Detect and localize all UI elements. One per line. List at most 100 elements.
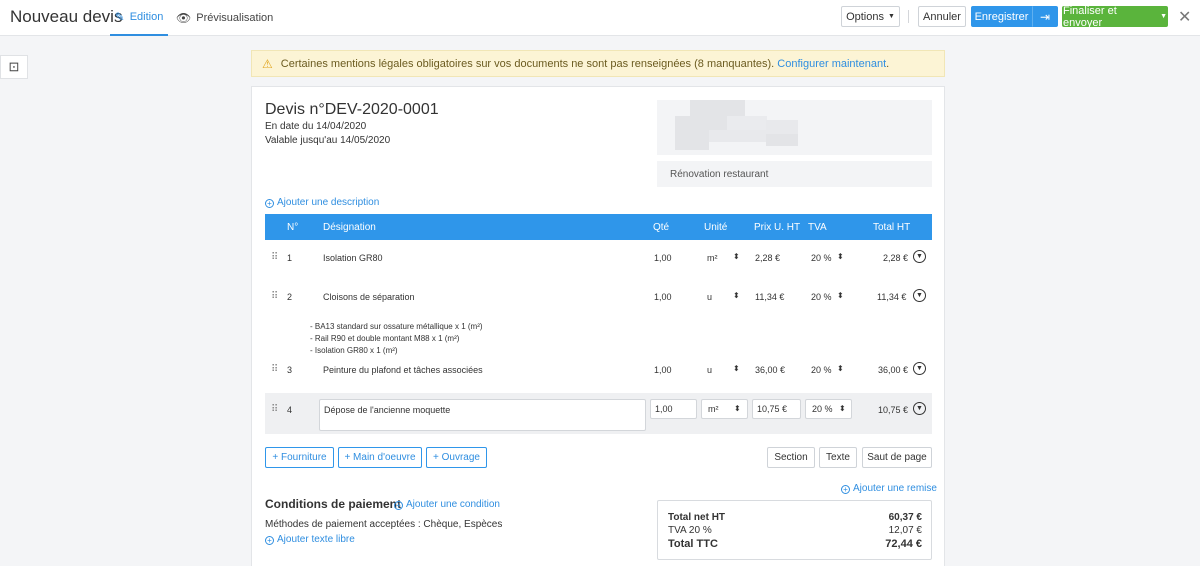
sort-arrows-icon[interactable]: ⬍ [733, 252, 740, 261]
divider [908, 10, 909, 23]
vat-select[interactable]: 20 % ⬍ [805, 399, 852, 419]
page-break-button[interactable]: Saut de page [862, 447, 932, 468]
sort-arrows-icon[interactable]: ⬍ [837, 364, 844, 373]
header-qty: Qté [653, 222, 670, 233]
warning-icon: ⚠ [262, 56, 273, 71]
tab-preview-label: Prévisualisation [196, 12, 274, 24]
client-box[interactable] [657, 100, 932, 155]
table-row-editing[interactable]: ⠿ 4 Dépose de l'ancienne moquette 1,00 m… [265, 393, 932, 434]
chevron-down-icon[interactable]: ▼ [913, 362, 926, 375]
sort-arrows-icon[interactable]: ⬍ [733, 291, 740, 300]
designation-input[interactable]: Dépose de l'ancienne moquette [319, 399, 646, 431]
row-unit[interactable]: u [707, 292, 712, 302]
vat-select-value: 20 % [812, 404, 833, 414]
header-num: N° [287, 222, 299, 233]
drag-handle-icon[interactable]: ⠿ [271, 291, 278, 302]
sort-arrows-icon: ⬍ [734, 404, 741, 413]
chevron-down-icon[interactable]: ▼ [913, 402, 926, 415]
caret-down-icon: ▼ [887, 13, 895, 20]
total-net-value: 60,37 € [888, 512, 922, 523]
finalize-send-button[interactable]: Finaliser et envoyer ▼ [1062, 4, 1168, 29]
add-supply-button[interactable]: + Fourniture [265, 447, 334, 468]
quote-document: Devis n°DEV-2020-0001 En date du 14/04/2… [251, 86, 945, 566]
row-detail-line: - Rail R90 et double montant M88 x 1 (m²… [310, 334, 460, 343]
add-discount-link[interactable]: + Ajouter une remise [841, 483, 937, 494]
add-section-button[interactable]: Section [767, 447, 815, 468]
project-name-field[interactable]: Rénovation restaurant [657, 161, 932, 187]
sort-arrows-icon[interactable]: ⬍ [837, 252, 844, 261]
row-vat[interactable]: 20 % [811, 292, 832, 302]
qty-input[interactable]: 1,00 [650, 399, 697, 419]
chevron-down-icon[interactable]: ▼ [913, 289, 926, 302]
row-designation[interactable]: Peinture du plafond et tâches associées [323, 365, 483, 375]
add-condition-label: Ajouter une condition [406, 499, 500, 510]
vat-label: TVA 20 % [668, 525, 712, 536]
drag-handle-icon[interactable]: ⠿ [271, 364, 278, 375]
quote-valid-until: Valable jusqu'au 14/05/2020 [265, 135, 391, 146]
row-designation[interactable]: Cloisons de séparation [323, 292, 415, 302]
header-total: Total HT [873, 222, 911, 233]
close-icon[interactable]: ✕ [1178, 7, 1191, 27]
caret-down-icon: ▼ [1160, 13, 1167, 20]
row-designation[interactable]: Isolation GR80 [323, 253, 383, 263]
add-description-link[interactable]: + Ajouter une description [265, 197, 379, 208]
row-qty[interactable]: 1,00 [654, 292, 672, 302]
finalize-label: Finaliser et envoyer [1063, 4, 1117, 29]
row-unit[interactable]: m² [707, 253, 718, 263]
row-total: 11,34 € [877, 292, 907, 302]
row-vat[interactable]: 20 % [811, 253, 832, 263]
row-num: 3 [287, 365, 293, 375]
sort-arrows-icon[interactable]: ⬍ [837, 291, 844, 300]
add-description-label: Ajouter une description [277, 197, 380, 208]
row-unit[interactable]: u [707, 365, 712, 375]
header-price: Prix U. HT [754, 222, 801, 233]
header-unit: Unité [704, 222, 728, 233]
top-bar: Nouveau devis ✎ Edition 👁 Prévisualisati… [0, 0, 1200, 36]
options-button[interactable]: Options ▼ [841, 6, 900, 27]
totals-box: Total net HT 60,37 € TVA 20 % 12,07 € To… [657, 500, 932, 560]
sort-arrows-icon: ⬍ [839, 404, 846, 413]
add-discount-label: Ajouter une remise [853, 483, 937, 494]
row-total: 36,00 € [878, 365, 909, 375]
row-detail-line: - Isolation GR80 x 1 (m²) [310, 346, 398, 355]
eye-icon: 👁 [176, 11, 192, 25]
add-free-text-link[interactable]: + Ajouter texte libre [265, 534, 355, 545]
row-qty[interactable]: 1,00 [654, 365, 672, 375]
warning-text: Certaines mentions légales obligatoires … [280, 57, 775, 70]
chevron-down-icon[interactable]: ▼ [913, 250, 926, 263]
cancel-button[interactable]: Annuler [918, 6, 966, 27]
total-ttc-label: Total TTC [668, 538, 718, 550]
options-label: Options [846, 10, 884, 23]
row-qty[interactable]: 1,00 [654, 253, 672, 263]
row-total: 10,75 € [878, 405, 909, 415]
row-total: 2,28 € [883, 253, 909, 263]
header-vat: TVA [808, 222, 827, 233]
row-price[interactable]: 2,28 € [755, 253, 780, 263]
tab-preview[interactable]: 👁 Prévisualisation [176, 0, 273, 36]
save-exit-button[interactable]: ⇥ [1032, 6, 1058, 27]
add-work-button[interactable]: + Ouvrage [426, 447, 487, 468]
save-button[interactable]: Enregistrer [971, 6, 1032, 27]
payment-conditions-title: Conditions de paiement [265, 497, 402, 511]
unit-select-value: m² [708, 404, 719, 414]
sort-arrows-icon[interactable]: ⬍ [733, 364, 740, 373]
plus-circle-icon: + [394, 501, 403, 510]
total-net-label: Total net HT [668, 512, 726, 523]
drag-handle-icon[interactable]: ⠿ [271, 404, 278, 415]
pencil-icon: ✎ [114, 10, 125, 24]
row-price[interactable]: 36,00 € [755, 365, 785, 375]
total-ttc-value: 72,44 € [885, 538, 922, 550]
tab-edition[interactable]: ✎ Edition [110, 0, 168, 36]
drag-handle-icon[interactable]: ⠿ [271, 252, 278, 263]
add-text-button[interactable]: Texte [819, 447, 857, 468]
box-icon[interactable]: ⊡ [0, 55, 28, 79]
add-labor-button[interactable]: + Main d'oeuvre [338, 447, 422, 468]
unit-select[interactable]: m² ⬍ [701, 399, 748, 419]
configure-now-link[interactable]: Configurer maintenant [777, 58, 886, 70]
row-num: 1 [287, 253, 293, 263]
row-price[interactable]: 11,34 € [755, 292, 784, 302]
row-vat[interactable]: 20 % [811, 365, 832, 375]
add-condition-link[interactable]: + Ajouter une condition [394, 499, 500, 510]
plus-circle-icon: + [265, 199, 274, 208]
price-input[interactable]: 10,75 € [752, 399, 801, 419]
